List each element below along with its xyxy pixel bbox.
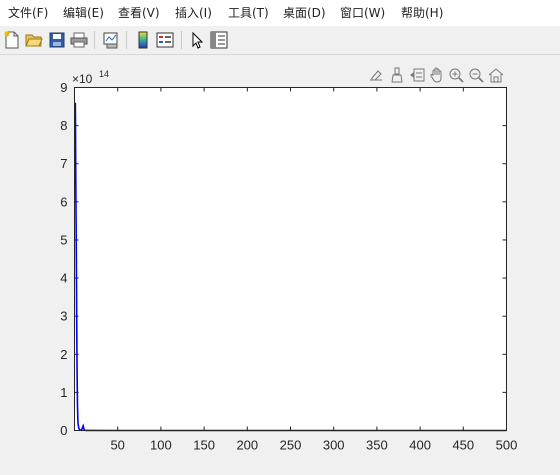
x-tick-label: 250 bbox=[280, 438, 302, 453]
y-tick-label: 7 bbox=[60, 156, 67, 171]
axes-background[interactable] bbox=[74, 87, 507, 430]
y-tick-label: 8 bbox=[60, 118, 67, 133]
y-tick-label: 5 bbox=[60, 232, 67, 247]
x-tick-label: 400 bbox=[409, 438, 431, 453]
export-icon[interactable] bbox=[367, 66, 385, 84]
x-tick-label: 350 bbox=[366, 438, 388, 453]
y-exponent-base: ×10 bbox=[72, 72, 93, 86]
y-tick-label: 6 bbox=[60, 194, 67, 209]
x-tick-label: 450 bbox=[452, 438, 474, 453]
restore-view-icon[interactable] bbox=[487, 66, 505, 84]
y-tick-label: 9 bbox=[60, 80, 67, 95]
y-tick-label: 0 bbox=[60, 423, 67, 438]
zoom-in-icon[interactable] bbox=[447, 66, 465, 84]
x-tick-label: 100 bbox=[150, 438, 172, 453]
y-tick-label: 4 bbox=[60, 271, 67, 286]
x-tick-label: 150 bbox=[193, 438, 215, 453]
brush-icon[interactable] bbox=[388, 66, 406, 84]
y-exponent-power: 14 bbox=[99, 69, 109, 79]
y-tick-label: 3 bbox=[60, 309, 67, 324]
x-tick-label: 500 bbox=[496, 438, 518, 453]
data-tips-icon[interactable] bbox=[408, 66, 426, 84]
x-tick-label: 200 bbox=[236, 438, 258, 453]
x-tick-label: 50 bbox=[110, 438, 124, 453]
x-tick-label: 300 bbox=[323, 438, 345, 453]
y-tick-label: 1 bbox=[60, 385, 67, 400]
pan-icon[interactable] bbox=[428, 66, 446, 84]
y-tick-label: 2 bbox=[60, 347, 67, 362]
zoom-out-icon[interactable] bbox=[467, 66, 485, 84]
